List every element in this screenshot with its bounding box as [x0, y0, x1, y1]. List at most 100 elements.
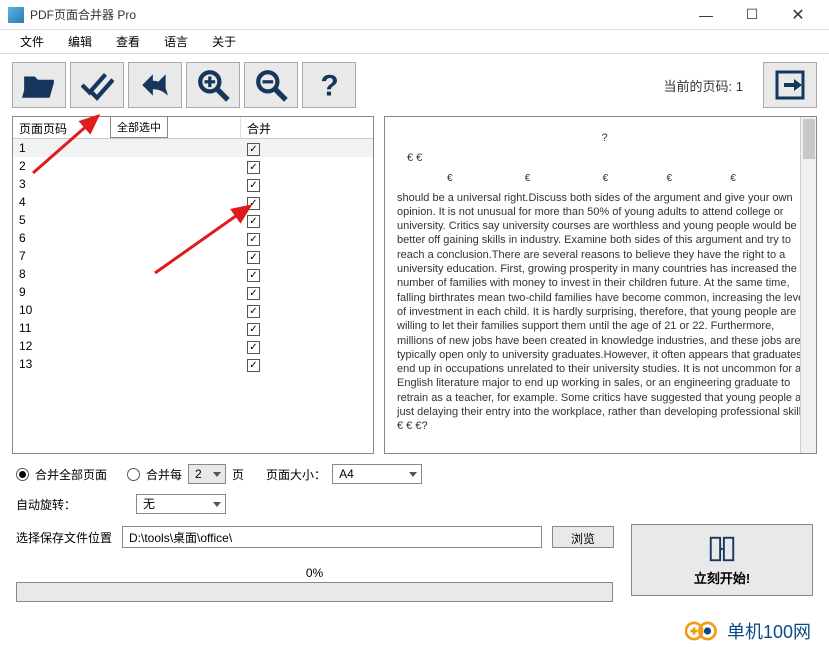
preview-content: ? € € € € € € € should be a universal ri… — [385, 117, 816, 453]
menu-about[interactable]: 关于 — [200, 30, 248, 53]
label-auto-rotate: 自动旋转： — [16, 496, 76, 513]
table-row[interactable]: 11 ✓ — [13, 319, 373, 337]
cell-page: 7 — [13, 249, 241, 263]
label-pages: 页 — [232, 466, 244, 483]
merge-checkbox[interactable]: ✓ — [247, 359, 260, 372]
cell-page: 13 — [13, 357, 241, 371]
start-label: 立刻开始! — [694, 568, 750, 587]
cell-page: 11 — [13, 321, 241, 335]
table-row[interactable]: 9✓ — [13, 283, 373, 301]
table-header: 页面页码 合并 — [13, 117, 373, 139]
preview-scrollbar[interactable] — [800, 117, 816, 453]
table-row[interactable]: 10 ✓ — [13, 301, 373, 319]
menu-file[interactable]: 文件 — [8, 30, 56, 53]
zoom-out-icon — [254, 68, 288, 102]
menu-bar: 文件 编辑 查看 语言 关于 — [0, 30, 829, 54]
select-all-button[interactable] — [70, 62, 124, 108]
start-button[interactable]: 立刻开始! — [631, 524, 813, 596]
undo-icon — [138, 68, 172, 102]
help-button[interactable]: ? — [302, 62, 356, 108]
tooltip-select-all: 全部选中 — [110, 116, 168, 138]
exit-button[interactable] — [763, 62, 817, 108]
toolbar: ? 当前的页码: 1 — [0, 54, 829, 116]
table-row[interactable]: 12 ✓ — [13, 337, 373, 355]
progress-label: 0% — [16, 566, 613, 580]
table-row[interactable]: 8✓ — [13, 265, 373, 283]
app-icon — [8, 7, 24, 23]
question-icon: ? — [312, 68, 346, 102]
watermark: 单机100网 — [685, 618, 811, 644]
undo-button[interactable] — [128, 62, 182, 108]
merge-checkbox[interactable]: ✓ — [247, 305, 260, 318]
cell-page: 10 — [13, 303, 241, 317]
preview-pane: ? € € € € € € € should be a universal ri… — [384, 116, 817, 454]
table-row[interactable]: 7✓ — [13, 247, 373, 265]
maximize-button[interactable]: ☐ — [729, 0, 775, 30]
close-button[interactable]: ✕ — [775, 0, 821, 30]
watermark-logo-icon — [685, 620, 721, 642]
cell-page: 12 — [13, 339, 241, 353]
title-bar: PDF页面合并器 Pro — ☐ ✕ — [0, 0, 829, 30]
merge-checkbox[interactable]: ✓ — [247, 161, 260, 174]
menu-view[interactable]: 查看 — [104, 30, 152, 53]
merge-checkbox[interactable]: ✓ — [247, 269, 260, 282]
merge-checkbox[interactable]: ✓ — [247, 197, 260, 210]
table-row[interactable]: 6✓ — [13, 229, 373, 247]
merge-checkbox[interactable]: ✓ — [247, 287, 260, 300]
preview-sym1: ? — [397, 131, 812, 145]
table-row[interactable]: 2✓ — [13, 157, 373, 175]
main-area: 页面页码 合并 1✓2✓3✓4✓5✓6✓7✓8✓9✓10✓11✓12✓13✓ ?… — [0, 116, 829, 454]
cell-page: 4 — [13, 195, 241, 209]
progress-bar — [16, 582, 613, 602]
merge-checkbox[interactable]: ✓ — [247, 251, 260, 264]
merge-every-n-select[interactable]: 2 — [188, 464, 226, 484]
merge-checkbox[interactable]: ✓ — [247, 143, 260, 156]
table-row[interactable]: 3✓ — [13, 175, 373, 193]
preview-body: should be a universal right.Discuss both… — [397, 191, 812, 434]
open-button[interactable] — [12, 62, 66, 108]
menu-edit[interactable]: 编辑 — [56, 30, 104, 53]
watermark-text: 单机100网 — [727, 618, 811, 644]
merge-checkbox[interactable]: ✓ — [247, 179, 260, 192]
exit-icon — [774, 69, 806, 101]
save-path-input[interactable] — [122, 526, 542, 548]
table-row[interactable]: 4✓ — [13, 193, 373, 211]
cell-page: 1 — [13, 141, 241, 155]
window-title: PDF页面合并器 Pro — [30, 6, 683, 23]
current-page-label: 当前的页码: 1 — [664, 76, 743, 95]
cell-page: 6 — [13, 231, 241, 245]
merge-checkbox[interactable]: ✓ — [247, 233, 260, 246]
folder-open-icon — [22, 68, 56, 102]
label-merge-every: 合并每 — [146, 466, 182, 483]
cell-page: 9 — [13, 285, 241, 299]
table-body: 1✓2✓3✓4✓5✓6✓7✓8✓9✓10✓11✓12✓13✓ — [13, 139, 373, 452]
double-check-icon — [80, 68, 114, 102]
page-size-select[interactable]: A4 — [332, 464, 422, 484]
table-row[interactable]: 1✓ — [13, 139, 373, 157]
radio-merge-all[interactable] — [16, 468, 29, 481]
start-icon — [707, 534, 737, 564]
merge-checkbox[interactable]: ✓ — [247, 215, 260, 228]
cell-page: 2 — [13, 159, 241, 173]
preview-sym2: € € — [397, 151, 812, 165]
col-merge[interactable]: 合并 — [241, 117, 373, 138]
page-list-pane: 页面页码 合并 1✓2✓3✓4✓5✓6✓7✓8✓9✓10✓11✓12✓13✓ — [12, 116, 374, 454]
table-row[interactable]: 13 ✓ — [13, 355, 373, 373]
preview-sym3: € € € € € — [397, 172, 812, 185]
zoom-in-button[interactable] — [186, 62, 240, 108]
cell-page: 8 — [13, 267, 241, 281]
merge-checkbox[interactable]: ✓ — [247, 341, 260, 354]
auto-rotate-select[interactable]: 无 — [136, 494, 226, 514]
browse-button[interactable]: 浏览 — [552, 526, 614, 548]
label-page-size: 页面大小： — [266, 466, 326, 483]
svg-text:?: ? — [321, 70, 339, 102]
minimize-button[interactable]: — — [683, 0, 729, 30]
merge-checkbox[interactable]: ✓ — [247, 323, 260, 336]
zoom-in-icon — [196, 68, 230, 102]
cell-page: 5 — [13, 213, 241, 227]
menu-lang[interactable]: 语言 — [152, 30, 200, 53]
zoom-out-button[interactable] — [244, 62, 298, 108]
radio-merge-every[interactable] — [127, 468, 140, 481]
label-save-location: 选择保存文件位置 — [16, 529, 112, 546]
table-row[interactable]: 5✓ — [13, 211, 373, 229]
